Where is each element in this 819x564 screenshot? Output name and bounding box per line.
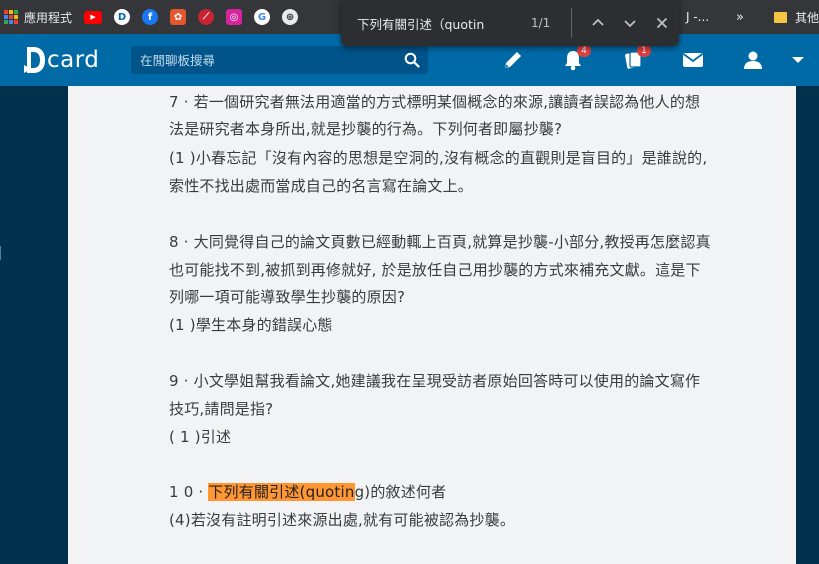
find-bar: 下列有關引述（quotin 1/1 (341, 0, 679, 46)
find-input[interactable]: 下列有關引述（quotin (357, 14, 527, 33)
q10-line-1: 1 0 · 下列有關引述(quoting)的敘述何者 (169, 481, 446, 502)
bookmark-red[interactable]: ⟋ (192, 0, 220, 34)
bookmarks-more-button[interactable]: » (736, 0, 744, 34)
profile-button[interactable] (740, 47, 766, 73)
bookmark-youtube[interactable]: ▶ (78, 0, 108, 34)
find-next-button[interactable] (614, 7, 646, 39)
bookmark-instagram[interactable]: ◎ (220, 0, 248, 34)
find-close-button[interactable] (646, 7, 678, 39)
search-input[interactable] (131, 46, 396, 74)
q9-line-2: 技巧,請問是指? (169, 400, 274, 418)
q8-line-3: 列哪一項可能導致學生抄襲的原因? (169, 288, 406, 306)
bookmark-red-icon: ⟋ (198, 9, 215, 25)
apps-grid-icon (4, 10, 18, 24)
user-icon (744, 51, 762, 69)
left-sidebar (0, 86, 68, 564)
q9-line-1: 9 · 小文學姐幫我看論文,她建議我在呈現受訪者原始回答時可以使用的論文寫作 (169, 372, 701, 390)
q8-line-1: 8 · 大同覺得自己的論文頁數已經動輒上百頁,就算是抄襲-小部分,教授再怎麼認真 (169, 233, 711, 251)
q7-line-3: (1 )小春忘記「沒有內容的思想是空洞的,沒有概念的直觀則是盲目的」是誰說的, (169, 149, 708, 167)
other-bookmarks-label: 其他書 (795, 10, 819, 25)
mail-icon (682, 53, 704, 67)
shopping-bag-icon: ✿ (170, 9, 187, 25)
google-icon: G (254, 9, 271, 25)
cards-button[interactable]: 1 (620, 44, 651, 73)
chevron-up-icon (592, 18, 604, 26)
facebook-icon: f (142, 9, 159, 25)
post-content: 7 · 若一個研究者無法用適當的方式標明某個概念的來源,讓讀者誤認為他人的想 法… (68, 86, 796, 564)
apps-label: 應用程式 (24, 10, 73, 25)
q10-prefix: 1 0 · (169, 483, 209, 501)
right-sidebar (796, 86, 819, 564)
find-previous-button[interactable] (582, 7, 614, 39)
close-icon (656, 17, 668, 29)
bookmark-shopping[interactable]: ✿ (164, 0, 192, 34)
q10-suffix: g)的敘述何者 (354, 483, 447, 501)
search-box (131, 46, 396, 74)
q9-line-3: ( 1 )引述 (169, 428, 232, 446)
q8-line-2: 也可能找不到,被抓到再修就好, 於是放任自己用抄襲的方式來補充文獻。這是下 (169, 261, 701, 279)
other-bookmarks[interactable]: 其他書 (768, 0, 819, 34)
instagram-icon: ◎ (226, 9, 243, 25)
globe-icon: ⊕ (282, 9, 299, 25)
youtube-icon: ▶ (84, 10, 103, 24)
bookmark-facebook[interactable]: f (136, 0, 164, 34)
menu-dropdown-button[interactable] (785, 47, 811, 73)
dcard-logo-icon (24, 47, 45, 73)
messages-button[interactable] (680, 47, 706, 73)
bookmark-overflow-label: J -... (686, 10, 710, 24)
q8-line-4: (1 )學生本身的錯誤心態 (169, 316, 333, 334)
caret-down-icon (792, 57, 804, 63)
pencil-icon (505, 52, 521, 68)
find-highlight: 下列有關引述(quotin (208, 483, 355, 501)
dcard-icon: D (114, 9, 131, 25)
search-button[interactable] (396, 46, 428, 74)
write-post-button[interactable] (500, 47, 526, 73)
q7-line-2: 法是研究者本身所出,就是抄襲的行為。下列何者即屬抄襲? (169, 120, 563, 138)
q7-line-4: 索性不找出處而當成自己的名言寫在論文上。 (169, 177, 474, 195)
bookmark-overflow-item[interactable]: J -... (680, 0, 715, 34)
bookmark-dcard[interactable]: D (108, 0, 136, 34)
sidebar-edge-mark (0, 246, 3, 260)
find-divider (571, 8, 572, 38)
bookmark-google[interactable]: G (248, 0, 276, 34)
search-icon (404, 52, 420, 68)
notifications-button[interactable]: 4 (560, 44, 591, 73)
q10-answer: (4)若沒有註明引述來源出處,就有可能被認為抄襲。 (169, 511, 516, 529)
dcard-logo[interactable]: card (24, 45, 99, 75)
find-match-count: 1/1 (531, 16, 551, 30)
q7-line-1: 7 · 若一個研究者無法用適當的方式標明某個概念的來源,讓讀者誤認為他人的想 (169, 93, 701, 111)
chevron-down-icon (624, 20, 636, 28)
apps-shortcut[interactable]: 應用程式 (0, 0, 78, 34)
folder-icon (774, 11, 787, 23)
bookmark-globe[interactable]: ⊕ (276, 0, 304, 34)
logo-text: card (47, 47, 100, 73)
